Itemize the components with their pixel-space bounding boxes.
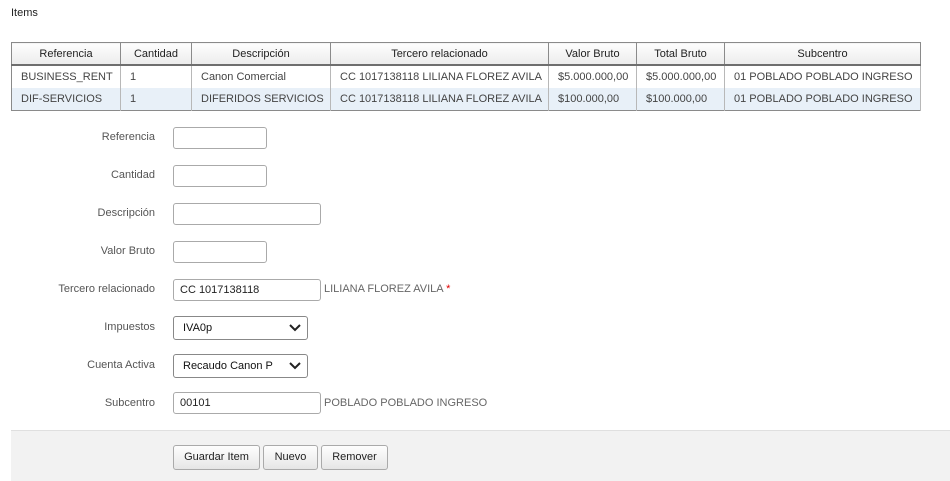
impuestos-select[interactable]: IVA0p [173, 316, 308, 340]
remover-button[interactable]: Remover [321, 445, 388, 470]
cell-valor-bruto: $100.000,00 [548, 88, 637, 111]
cell-referencia: DIF-SERVICIOS [11, 88, 121, 111]
tercero-name-text: LILIANA FLOREZ AVILA * [324, 283, 450, 295]
cell-tercero: CC 1017138118 LILIANA FLOREZ AVILA [330, 65, 549, 88]
column-header-valor-bruto[interactable]: Valor Bruto [548, 42, 637, 66]
column-header-descripcion[interactable]: Descripción [191, 42, 331, 66]
nuevo-button[interactable]: Nuevo [263, 445, 318, 470]
cuenta-activa-label: Cuenta Activa [87, 359, 155, 371]
referencia-input[interactable] [173, 127, 267, 149]
chevron-down-icon [289, 324, 301, 332]
cell-subcentro: 01 POBLADO POBLADO INGRESO [724, 88, 921, 111]
cell-valor-bruto: $5.000.000,00 [548, 65, 637, 88]
items-table: Referencia Cantidad Descripción Tercero … [11, 42, 921, 111]
cell-total-bruto: $100.000,00 [636, 88, 725, 111]
section-title: Items [11, 7, 38, 19]
table-row[interactable]: BUSINESS_RENT 1 Canon Comercial CC 10171… [11, 65, 921, 88]
subcentro-name: POBLADO POBLADO INGRESO [324, 397, 488, 409]
cell-descripcion: DIFERIDOS SERVICIOS [191, 88, 331, 111]
column-header-cantidad[interactable]: Cantidad [120, 42, 192, 66]
valor-bruto-input[interactable] [173, 241, 267, 263]
column-header-total-bruto[interactable]: Total Bruto [636, 42, 725, 66]
cuenta-activa-select[interactable]: Recaudo Canon P [173, 354, 308, 378]
cell-cantidad: 1 [120, 65, 192, 88]
cell-subcentro: 01 POBLADO POBLADO INGRESO [724, 65, 921, 88]
cell-total-bruto: $5.000.000,00 [636, 65, 725, 88]
cell-descripcion: Canon Comercial [191, 65, 331, 88]
subcentro-label: Subcentro [104, 397, 155, 409]
tercero-label: Tercero relacionado [58, 283, 155, 295]
tercero-name: LILIANA FLOREZ AVILA [324, 283, 444, 295]
required-mark: * [446, 283, 451, 295]
tercero-input[interactable] [173, 279, 321, 301]
table-header-row: Referencia Cantidad Descripción Tercero … [11, 42, 921, 66]
guardar-item-button[interactable]: Guardar Item [173, 445, 260, 470]
column-header-subcentro[interactable]: Subcentro [724, 42, 921, 66]
cell-referencia: BUSINESS_RENT [11, 65, 121, 88]
referencia-label: Referencia [101, 131, 155, 143]
valor-bruto-label: Valor Bruto [100, 245, 155, 257]
column-header-tercero[interactable]: Tercero relacionado [330, 42, 549, 66]
impuestos-label: Impuestos [104, 321, 155, 333]
cuenta-activa-selected-value: Recaudo Canon P [183, 360, 273, 372]
cell-tercero: CC 1017138118 LILIANA FLOREZ AVILA [330, 88, 549, 111]
column-header-referencia[interactable]: Referencia [11, 42, 121, 66]
chevron-down-icon [289, 362, 301, 370]
button-bar: Guardar Item Nuevo Remover [11, 430, 950, 481]
table-row[interactable]: DIF-SERVICIOS 1 DIFERIDOS SERVICIOS CC 1… [11, 88, 921, 111]
subcentro-input[interactable] [173, 392, 321, 414]
cantidad-input[interactable] [173, 165, 267, 187]
cantidad-label: Cantidad [110, 169, 155, 181]
descripcion-label: Descripción [97, 207, 155, 219]
descripcion-input[interactable] [173, 203, 321, 225]
cell-cantidad: 1 [120, 88, 192, 111]
impuestos-selected-value: IVA0p [183, 322, 213, 334]
